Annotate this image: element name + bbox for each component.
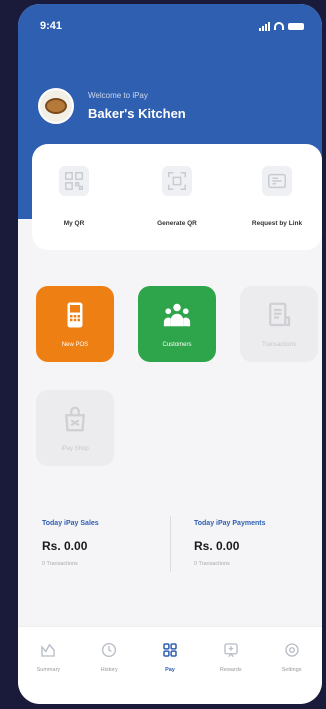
tab-history[interactable]: History xyxy=(84,641,134,704)
request-by-link-button[interactable]: Request by Link xyxy=(237,166,317,227)
pos-terminal-icon xyxy=(67,302,83,328)
status-bar: 9:41 xyxy=(18,4,322,48)
sales-transactions: 0 Transactions xyxy=(42,561,78,567)
receipt-icon xyxy=(269,302,291,327)
shopping-bag-icon xyxy=(65,406,85,432)
request-by-link-label: Request by Link xyxy=(251,220,303,227)
gear-icon xyxy=(284,643,299,657)
customers-icon xyxy=(163,303,191,327)
generate-qr-icon xyxy=(162,166,192,196)
clock-icon xyxy=(102,642,117,658)
new-pos-label: New POS xyxy=(61,342,89,348)
rewards-icon xyxy=(224,643,238,658)
customers-label: Customers xyxy=(162,342,192,348)
payments-transactions: 0 Transactions xyxy=(194,561,230,567)
merchant-name: Baker's Kitchen xyxy=(88,106,186,121)
quick-actions-card: My QR Generate QR Request by Link xyxy=(32,144,322,250)
payments-amount: Rs. 0.00 xyxy=(194,539,240,553)
tab-summary[interactable]: Summary xyxy=(23,641,73,704)
my-qr-button[interactable]: My QR xyxy=(34,166,114,227)
tab-settings-label: Settings xyxy=(281,667,302,673)
ipay-shop-tile[interactable]: iPay Shop xyxy=(36,390,114,466)
payments-stat[interactable]: Today iPay Payments Rs. 0.00 0 Transacti… xyxy=(170,502,322,592)
sales-title: Today iPay Sales xyxy=(42,520,99,527)
wifi-icon xyxy=(274,22,284,30)
tab-history-label: History xyxy=(100,667,118,673)
welcome-block: Welcome to iPay Baker's Kitchen xyxy=(88,91,186,121)
bottom-tab-bar: Summary History Pay Rewards Settings xyxy=(18,626,322,704)
battery-icon xyxy=(288,22,304,30)
generate-qr-label: Generate QR xyxy=(157,220,197,227)
transactions-tile[interactable]: Transactions xyxy=(240,286,318,362)
my-qr-label: My QR xyxy=(63,220,85,227)
sales-stat[interactable]: Today iPay Sales Rs. 0.00 0 Transactions xyxy=(18,502,170,592)
merchant-avatar[interactable] xyxy=(38,88,74,124)
tab-rewards-label: Rewards xyxy=(219,667,242,673)
tab-settings[interactable]: Settings xyxy=(267,641,317,704)
merchant-logo-icon xyxy=(45,98,67,114)
sales-amount: Rs. 0.00 xyxy=(42,539,88,553)
grid-icon xyxy=(163,643,177,657)
daily-stats: Today iPay Sales Rs. 0.00 0 Transactions… xyxy=(18,502,322,592)
summary-chart-icon xyxy=(41,643,56,657)
tab-summary-label: Summary xyxy=(36,667,61,673)
phone-frame: 9:41 Welcome to iPay Baker's Kitchen My … xyxy=(18,4,322,704)
new-pos-tile[interactable]: New POS xyxy=(36,286,114,362)
transactions-label: Transactions xyxy=(261,342,297,348)
signal-icon xyxy=(259,21,270,31)
welcome-row: Welcome to iPay Baker's Kitchen xyxy=(38,88,186,124)
customers-tile[interactable]: Customers xyxy=(138,286,216,362)
tab-pay[interactable]: Pay xyxy=(145,641,195,704)
ipay-shop-label: iPay Shop xyxy=(61,446,89,452)
status-icons xyxy=(259,21,304,31)
tab-pay-label: Pay xyxy=(165,667,175,673)
link-request-icon xyxy=(262,166,292,196)
welcome-message: Welcome to iPay xyxy=(88,91,148,100)
status-time: 9:41 xyxy=(40,20,63,32)
generate-qr-button[interactable]: Generate QR xyxy=(137,166,217,227)
payments-title: Today iPay Payments xyxy=(194,520,266,527)
qr-code-icon xyxy=(59,166,89,196)
tab-rewards[interactable]: Rewards xyxy=(206,641,256,704)
